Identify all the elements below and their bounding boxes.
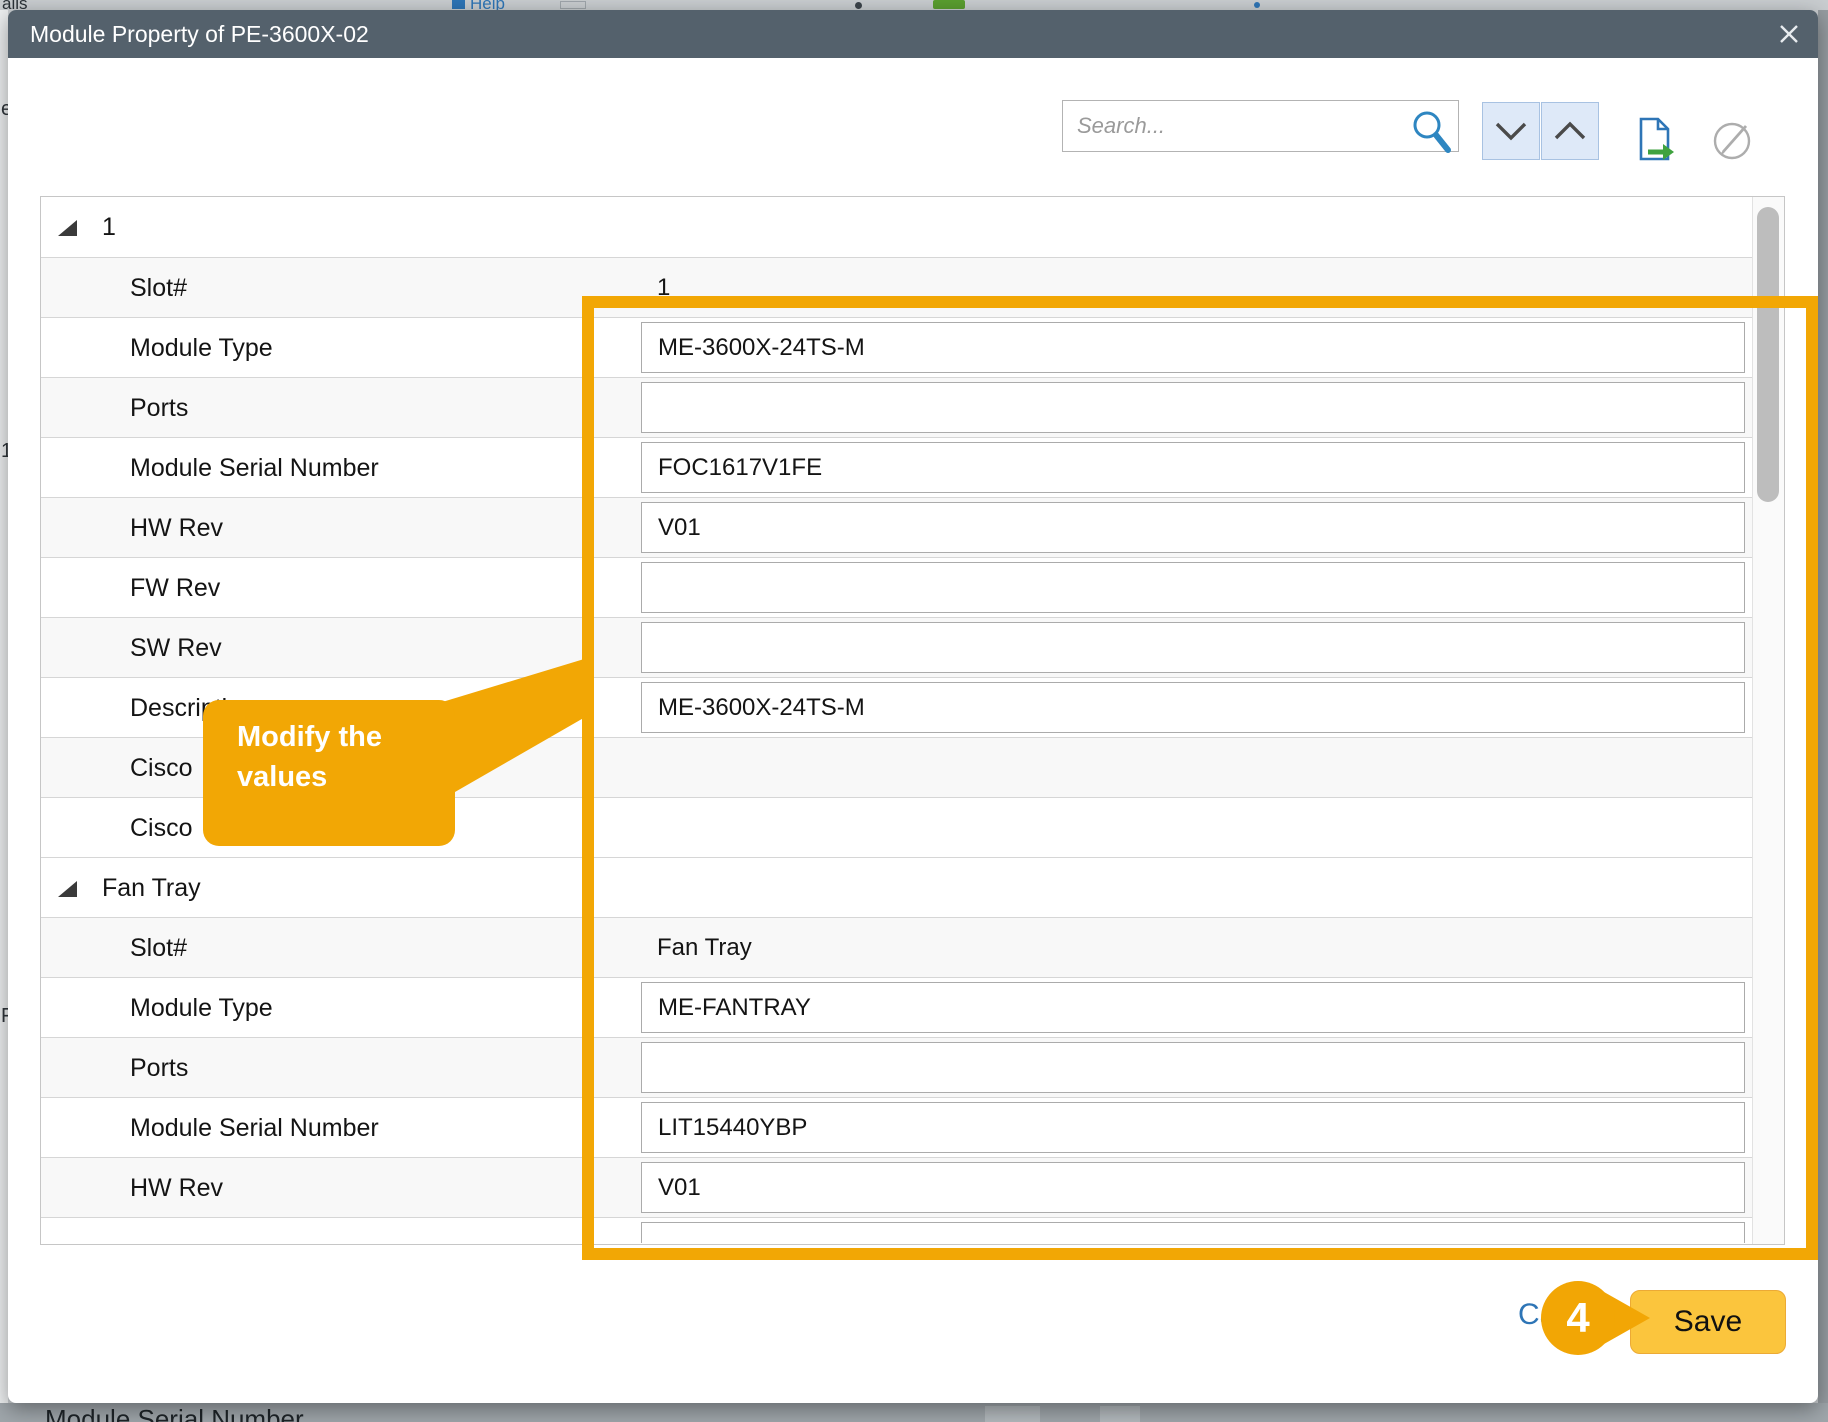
table-row: FW Rev bbox=[41, 557, 1752, 617]
screen: ails Help e 1 F Module Serial Number Mod… bbox=[0, 0, 1828, 1422]
search-input[interactable] bbox=[1062, 100, 1459, 152]
table-row: Ports bbox=[41, 377, 1752, 437]
help-icon bbox=[452, 0, 465, 9]
chevron-down-icon bbox=[1494, 121, 1528, 141]
edit-icon[interactable] bbox=[1712, 120, 1754, 162]
property-label: Slot# bbox=[130, 918, 187, 977]
property-value-field[interactable] bbox=[641, 382, 1745, 433]
group-header-row[interactable]: Fan Tray bbox=[41, 857, 1752, 917]
background-letter-fragment: 1 bbox=[1, 440, 8, 463]
table-row: Module Type ME-FANTRAY bbox=[41, 977, 1752, 1037]
callout-text-line1: Modify the bbox=[237, 717, 455, 757]
table-row: SW Rev bbox=[41, 617, 1752, 677]
property-label: HW Rev bbox=[130, 1158, 223, 1217]
table-row: Slot# Fan Tray bbox=[41, 917, 1752, 977]
property-value-field[interactable]: ME-3600X-24TS-M bbox=[641, 322, 1745, 373]
property-label: Ports bbox=[130, 378, 188, 437]
table-row: Module Type ME-3600X-24TS-M bbox=[41, 317, 1752, 377]
table-row: Slot# 1 bbox=[41, 257, 1752, 317]
group-header-row[interactable]: 1 bbox=[41, 197, 1752, 257]
property-label: Ports bbox=[130, 1038, 188, 1097]
module-property-dialog: Module Property of PE-3600X-02 bbox=[8, 10, 1818, 1403]
dialog-title: Module Property of PE-3600X-02 bbox=[30, 10, 369, 58]
close-icon bbox=[1774, 19, 1804, 49]
property-value-field[interactable]: V01 bbox=[641, 502, 1745, 553]
property-value-field[interactable] bbox=[641, 1042, 1745, 1093]
background-letter-fragment: F bbox=[1, 1005, 8, 1028]
background-page-bottom-strip: Module Serial Number bbox=[0, 1403, 1828, 1422]
background-control-fragment bbox=[560, 1, 586, 9]
close-button[interactable] bbox=[1774, 19, 1804, 49]
property-value-field[interactable] bbox=[641, 562, 1745, 613]
table-row-partial bbox=[41, 1217, 1752, 1243]
background-cell-fragment bbox=[1100, 1406, 1140, 1422]
background-letter-fragment: e bbox=[1, 98, 8, 121]
property-label: Module Serial Number bbox=[130, 438, 379, 497]
cancel-button[interactable]: Cancel bbox=[1518, 1298, 1611, 1332]
vertical-scrollbar[interactable] bbox=[1752, 197, 1784, 1244]
group-header-label: Fan Tray bbox=[102, 858, 201, 917]
search-icon[interactable] bbox=[1406, 104, 1456, 158]
property-label: HW Rev bbox=[130, 498, 223, 557]
property-label: Cisco bbox=[130, 798, 193, 857]
save-button[interactable]: Save bbox=[1630, 1290, 1786, 1354]
background-table-label: Module Serial Number bbox=[45, 1404, 304, 1422]
background-page-right-sliver bbox=[1818, 10, 1828, 1403]
callout-text-line2: values bbox=[237, 757, 455, 797]
collapse-triangle-icon[interactable] bbox=[58, 881, 77, 897]
callout-bubble: Modify the values bbox=[203, 700, 455, 846]
table-row: HW Rev V01 bbox=[41, 1157, 1752, 1217]
table-row: HW Rev V01 bbox=[41, 497, 1752, 557]
property-value-field[interactable]: ME-FANTRAY bbox=[641, 982, 1745, 1033]
scrollbar-thumb[interactable] bbox=[1757, 207, 1779, 502]
property-value-field[interactable]: V01 bbox=[641, 1162, 1745, 1213]
property-label: Cisco bbox=[130, 738, 193, 797]
help-link-fragment: Help bbox=[470, 0, 505, 10]
property-value-field[interactable] bbox=[641, 1222, 1745, 1243]
background-dot-fragment bbox=[855, 2, 862, 9]
background-page-top-strip: ails Help bbox=[0, 0, 1828, 10]
group-header-label: 1 bbox=[102, 197, 116, 257]
find-next-button[interactable] bbox=[1482, 102, 1540, 160]
background-dot-fragment bbox=[1254, 2, 1260, 8]
background-text-fragment: ails bbox=[2, 0, 28, 10]
property-value-field[interactable] bbox=[641, 622, 1745, 673]
export-icon[interactable] bbox=[1634, 116, 1678, 166]
collapse-triangle-icon[interactable] bbox=[58, 220, 77, 236]
background-page-left-sliver: e 1 F bbox=[0, 10, 8, 1403]
property-label: Module Serial Number bbox=[130, 1098, 379, 1157]
background-green-badge-fragment bbox=[933, 0, 965, 9]
property-label: Module Type bbox=[130, 318, 273, 377]
save-button-label: Save bbox=[1674, 1305, 1742, 1339]
property-value-field[interactable]: ME-3600X-24TS-M bbox=[641, 682, 1745, 733]
property-label: Slot# bbox=[130, 258, 187, 317]
property-value-field[interactable]: LIT15440YBP bbox=[641, 1102, 1745, 1153]
find-previous-button[interactable] bbox=[1541, 102, 1599, 160]
chevron-up-icon bbox=[1553, 121, 1587, 141]
property-value: Fan Tray bbox=[657, 918, 752, 977]
background-cell-fragment bbox=[985, 1406, 1040, 1422]
dialog-titlebar: Module Property of PE-3600X-02 bbox=[8, 10, 1818, 58]
table-row: Module Serial Number LIT15440YBP bbox=[41, 1097, 1752, 1157]
property-label: SW Rev bbox=[130, 618, 222, 677]
property-label: FW Rev bbox=[130, 558, 220, 617]
property-value-field[interactable]: FOC1617V1FE bbox=[641, 442, 1745, 493]
table-row: Module Serial Number FOC1617V1FE bbox=[41, 437, 1752, 497]
property-value: 1 bbox=[657, 258, 670, 317]
property-label: Module Type bbox=[130, 978, 273, 1037]
table-row: Ports bbox=[41, 1037, 1752, 1097]
